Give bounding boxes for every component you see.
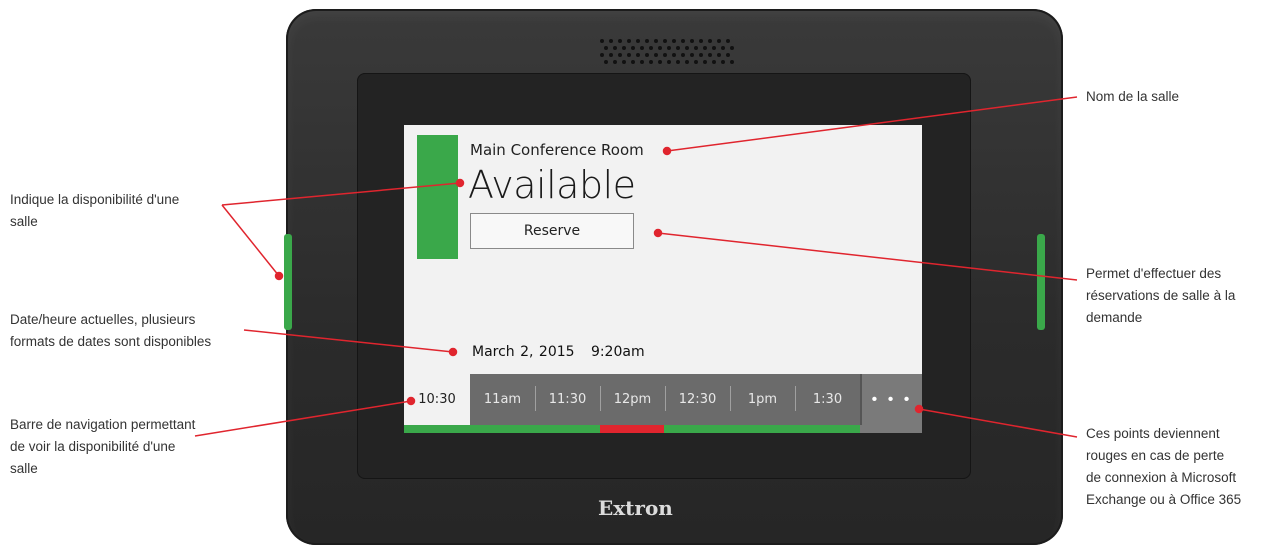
- callout-dot: [448, 347, 458, 357]
- callout-line: [666, 96, 1078, 152]
- callout-dot: [662, 146, 672, 156]
- callout-line: [221, 182, 461, 206]
- callout-dot: [653, 228, 663, 238]
- callout-dot: [914, 404, 924, 414]
- callout-line: [221, 204, 280, 277]
- callout-line: [657, 232, 1078, 281]
- callout-line: [194, 400, 412, 437]
- callout-dot: [274, 271, 284, 281]
- callout-lines: [194, 96, 1078, 438]
- callout-dot: [406, 396, 416, 406]
- callout-line: [243, 329, 454, 353]
- callout-line: [918, 408, 1078, 438]
- callout-dot: [455, 178, 465, 188]
